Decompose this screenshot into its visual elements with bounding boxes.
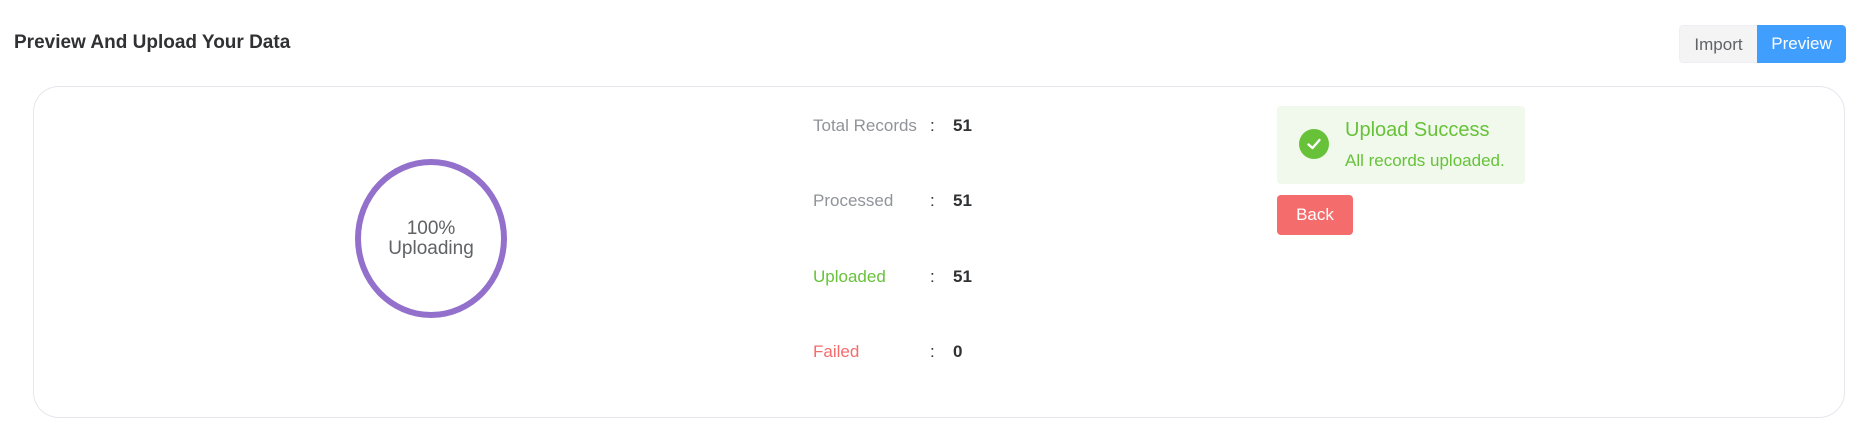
stat-row-processed: Processed : 51 [813,183,1113,219]
tab-preview[interactable]: Preview [1757,25,1846,63]
stat-separator: : [930,267,935,286]
check-circle-icon [1299,129,1329,159]
stat-separator: : [930,116,935,135]
stat-value: 0 [953,342,963,361]
stat-row-total-records: Total Records : 51 [813,108,1113,144]
alert-description: All records uploaded. [1345,151,1505,170]
stat-label: Processed [813,191,894,210]
back-button[interactable]: Back [1277,195,1353,235]
stat-label: Failed [813,342,860,361]
stat-label: Total Records [813,116,917,135]
stat-value: 51 [953,116,972,135]
upload-progress-circle: 100% Uploading [355,159,507,318]
progress-percent: 100% [406,217,456,239]
stat-label: Uploaded [813,267,886,286]
stat-separator: : [930,342,935,361]
tab-import[interactable]: Import [1679,25,1757,63]
upload-preview-page: Preview And Upload Your Data Import Prev… [0,0,1860,434]
stat-separator: : [930,191,935,210]
stat-value: 51 [953,191,972,210]
page-title: Preview And Upload Your Data [14,32,291,53]
upload-success-alert: Upload Success All records uploaded. [1277,106,1525,184]
alert-title: Upload Success [1345,119,1490,141]
mode-switch: Import Preview [1679,25,1846,63]
stat-row-uploaded: Uploaded : 51 [813,259,1113,295]
stat-value: 51 [953,267,972,286]
progress-status: Uploading [388,237,474,259]
stat-row-failed: Failed : 0 [813,334,1113,370]
